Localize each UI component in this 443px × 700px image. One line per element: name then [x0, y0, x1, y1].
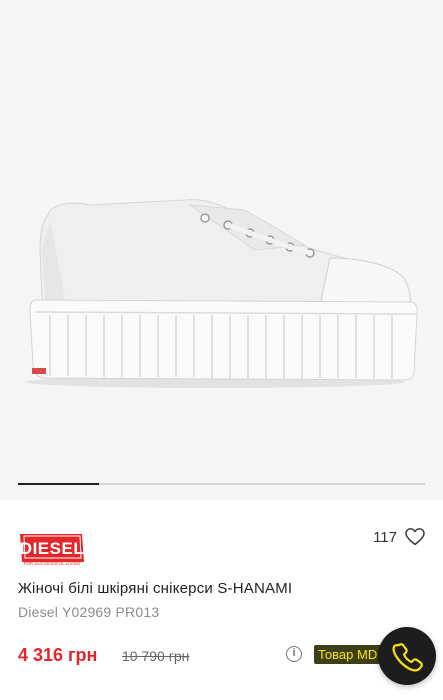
badge-label[interactable]: Товар МD — [314, 645, 388, 664]
likes-button[interactable]: 117 — [373, 528, 425, 546]
product-title[interactable]: Жіночі білі шкіряні снікерси S-HANAMI — [18, 580, 292, 597]
likes-count: 117 — [373, 528, 397, 546]
heart-icon — [405, 528, 425, 546]
svg-text:DIESEL: DIESEL — [20, 539, 84, 558]
sneaker-image — [0, 0, 443, 480]
gallery-progress-indicator — [18, 483, 100, 485]
gallery-progress-track — [18, 483, 425, 485]
old-price: 10 790 грн — [122, 648, 190, 664]
svg-text:FOR SUCCESSFUL LIVING: FOR SUCCESSFUL LIVING — [24, 561, 81, 566]
call-button[interactable] — [378, 627, 436, 685]
brand-logo[interactable]: DIESEL FOR SUCCESSFUL LIVING — [18, 532, 86, 568]
product-gallery[interactable] — [0, 0, 443, 500]
info-icon[interactable]: i — [286, 646, 302, 662]
phone-icon — [392, 643, 423, 672]
product-sku: Diesel Y02969 PR013 — [18, 604, 160, 620]
current-price: 4 316 грн — [18, 645, 98, 665]
